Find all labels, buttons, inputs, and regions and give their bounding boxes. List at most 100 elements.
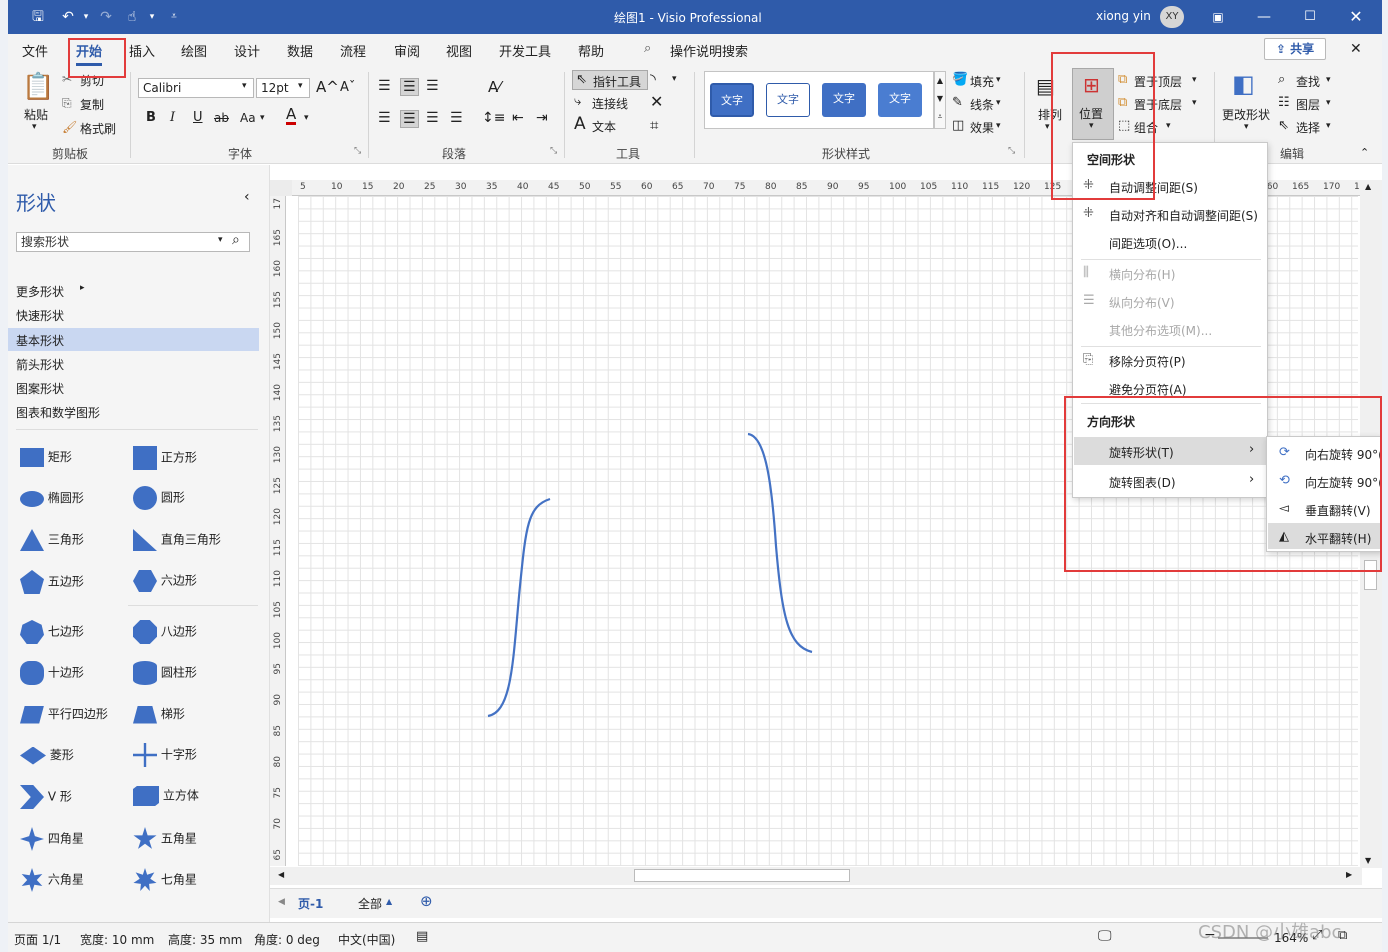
shape-search-input[interactable]: 搜索形状 xyxy=(16,232,250,252)
tab-review[interactable]: 审阅 xyxy=(394,41,420,60)
touch-dropdown-icon[interactable]: ▾ xyxy=(142,7,162,27)
tab-help[interactable]: 帮助 xyxy=(578,41,604,60)
scroll-right-icon[interactable]: ▶ xyxy=(1346,870,1352,879)
font-color-icon[interactable]: A xyxy=(286,106,297,125)
menu-distribute-horizontal[interactable]: 横向分布(H) xyxy=(1109,266,1175,283)
paste-icon[interactable]: 📋 xyxy=(22,72,54,102)
layers-dropdown-icon[interactable]: ▾ xyxy=(1326,98,1331,108)
increase-indent-icon[interactable]: ⇥ xyxy=(536,110,548,126)
arrange-dropdown-icon[interactable]: ▾ xyxy=(1045,122,1050,132)
align-left-icon[interactable]: ☰ xyxy=(378,110,391,126)
stencil-chevron[interactable]: V 形 xyxy=(20,785,72,809)
change-shape-icon[interactable]: ◧ xyxy=(1232,70,1255,98)
paragraph-launcher-icon[interactable]: ⤡ xyxy=(550,146,557,156)
format-painter-button[interactable]: 格式刷 xyxy=(80,120,116,137)
curve-shape-right[interactable] xyxy=(747,432,813,654)
line-icon[interactable]: ✎ xyxy=(952,95,963,110)
stencil-cube[interactable]: 立方体 xyxy=(133,786,199,806)
fill-icon[interactable]: 🪣 xyxy=(952,72,968,87)
stencil-5-point-star[interactable]: 五角星 xyxy=(133,827,197,851)
search-icon[interactable]: ⌕ xyxy=(232,232,240,248)
tab-developer[interactable]: 开发工具 xyxy=(499,41,551,60)
undo-icon[interactable]: ↶ xyxy=(58,7,78,27)
stencil-cylinder[interactable]: 圆柱形 xyxy=(133,661,197,685)
find-button[interactable]: 查找 xyxy=(1296,73,1320,90)
x-icon[interactable]: ✕ xyxy=(650,92,663,111)
avatar[interactable]: XY xyxy=(1160,6,1184,28)
stencil-cross[interactable]: 十字形 xyxy=(133,743,197,767)
stencil-7-point-star[interactable]: 七角星 xyxy=(133,868,197,892)
horizontal-scroll-thumb[interactable] xyxy=(634,869,850,882)
text-tool-button[interactable]: 文本 xyxy=(592,118,616,135)
stencil-right-triangle[interactable]: 直角三角形 xyxy=(133,529,221,551)
maximize-icon[interactable]: ☐ xyxy=(1300,7,1320,27)
curve-tool-icon[interactable]: ◝ xyxy=(650,70,656,88)
text-direction-icon[interactable]: A⁄ xyxy=(488,78,501,96)
select-button[interactable]: 选择 xyxy=(1296,119,1320,136)
touch-mode-icon[interactable]: ☝ xyxy=(122,7,142,27)
stencil-diamond[interactable]: 菱形 xyxy=(20,746,74,765)
customize-qat-icon[interactable]: ⩡ xyxy=(164,7,184,27)
tab-design[interactable]: 设计 xyxy=(234,41,260,60)
menu-remove-page-break[interactable]: 移除分页符(P) xyxy=(1109,353,1186,370)
tell-me-search[interactable]: 操作说明搜索 xyxy=(670,41,748,60)
connector-button[interactable]: 连接线 xyxy=(592,95,628,112)
grow-font-icon[interactable]: A^ xyxy=(316,78,339,96)
redo-icon[interactable]: ↷ xyxy=(96,7,116,27)
fill-dropdown-icon[interactable]: ▾ xyxy=(996,75,1001,85)
tab-data[interactable]: 数据 xyxy=(287,41,313,60)
menu-distribute-vertical[interactable]: 纵向分布(V) xyxy=(1109,294,1175,311)
crop-icon[interactable]: ⌗ xyxy=(650,116,658,134)
nav-more-shapes[interactable]: 更多形状 xyxy=(16,283,64,300)
line-dropdown-icon[interactable]: ▾ xyxy=(996,98,1001,108)
bold-button[interactable]: B xyxy=(146,110,156,125)
horizontal-scrollbar[interactable]: ◀ ▶ xyxy=(270,867,1362,885)
presentation-mode-icon[interactable]: 🖵 xyxy=(1098,928,1112,944)
italic-button[interactable]: I xyxy=(170,110,175,125)
menu-other-distribute[interactable]: 其他分布选项(M)... xyxy=(1109,322,1212,339)
bring-to-front-dropdown-icon[interactable]: ▾ xyxy=(1192,75,1197,85)
stencil-ellipse[interactable]: 椭圆形 xyxy=(20,489,84,507)
select-dropdown-icon[interactable]: ▾ xyxy=(1326,121,1331,131)
nav-arrow-shapes[interactable]: 箭头形状 xyxy=(16,356,64,373)
curve-shape-left[interactable] xyxy=(487,497,551,718)
nav-quick-shapes[interactable]: 快速形状 xyxy=(16,307,64,324)
gallery-scroll[interactable]: ▲ ▼ ⩡ xyxy=(934,71,946,129)
tab-view[interactable]: 视图 xyxy=(446,41,472,60)
status-page[interactable]: 页面 1/1 xyxy=(14,931,61,948)
effects-icon[interactable]: ◫ xyxy=(952,118,964,133)
find-dropdown-icon[interactable]: ▾ xyxy=(1326,75,1331,85)
page-tab-1[interactable]: 页-1 xyxy=(298,895,323,912)
align-center-icon[interactable]: ☰ xyxy=(400,110,419,128)
collapse-ribbon-icon[interactable]: ⌃ xyxy=(1360,146,1369,159)
align-top-icon[interactable]: ☰ xyxy=(378,78,391,94)
share-button[interactable]: ⇪ 共享 xyxy=(1264,38,1326,60)
change-shape-button[interactable]: 更改形状 xyxy=(1222,106,1270,123)
bullets-icon[interactable]: ↕≡ xyxy=(482,110,505,126)
nav-basic-shapes[interactable]: 基本形状 xyxy=(16,332,64,349)
shape-style-4[interactable]: 文字 xyxy=(878,83,922,117)
status-language[interactable]: 中文(中国) xyxy=(338,931,395,948)
stencil-triangle[interactable]: 三角形 xyxy=(20,529,84,551)
tab-file[interactable]: 文件 xyxy=(22,41,48,60)
format-painter-icon[interactable]: 🖌 xyxy=(62,120,77,134)
curve-tool-dropdown-icon[interactable]: ▾ xyxy=(672,74,677,84)
stencil-pentagon[interactable]: 五边形 xyxy=(20,570,84,594)
shape-style-1[interactable]: 文字 xyxy=(708,81,756,119)
copy-icon[interactable]: ⎘ xyxy=(62,96,72,111)
layers-button[interactable]: 图层 xyxy=(1296,96,1320,113)
find-icon[interactable]: ⌕ xyxy=(1278,72,1285,87)
change-case-button[interactable]: Aa xyxy=(240,111,256,125)
tab-draw[interactable]: 绘图 xyxy=(181,41,207,60)
save-icon[interactable]: 🖫 xyxy=(28,7,48,27)
shape-style-2[interactable]: 文字 xyxy=(766,83,810,117)
font-size-dropdown-icon[interactable]: ▾ xyxy=(298,81,303,91)
effects-button[interactable]: 效果 xyxy=(970,119,994,136)
collapse-pane-icon[interactable]: ‹ xyxy=(244,189,250,205)
ribbon-display-icon[interactable]: ▣ xyxy=(1208,7,1228,27)
copy-button[interactable]: 复制 xyxy=(80,96,104,113)
font-color-dropdown-icon[interactable]: ▾ xyxy=(304,113,309,123)
undo-dropdown-icon[interactable]: ▾ xyxy=(76,7,96,27)
align-right-icon[interactable]: ☰ xyxy=(426,110,439,126)
fill-button[interactable]: 填充 xyxy=(970,73,994,90)
